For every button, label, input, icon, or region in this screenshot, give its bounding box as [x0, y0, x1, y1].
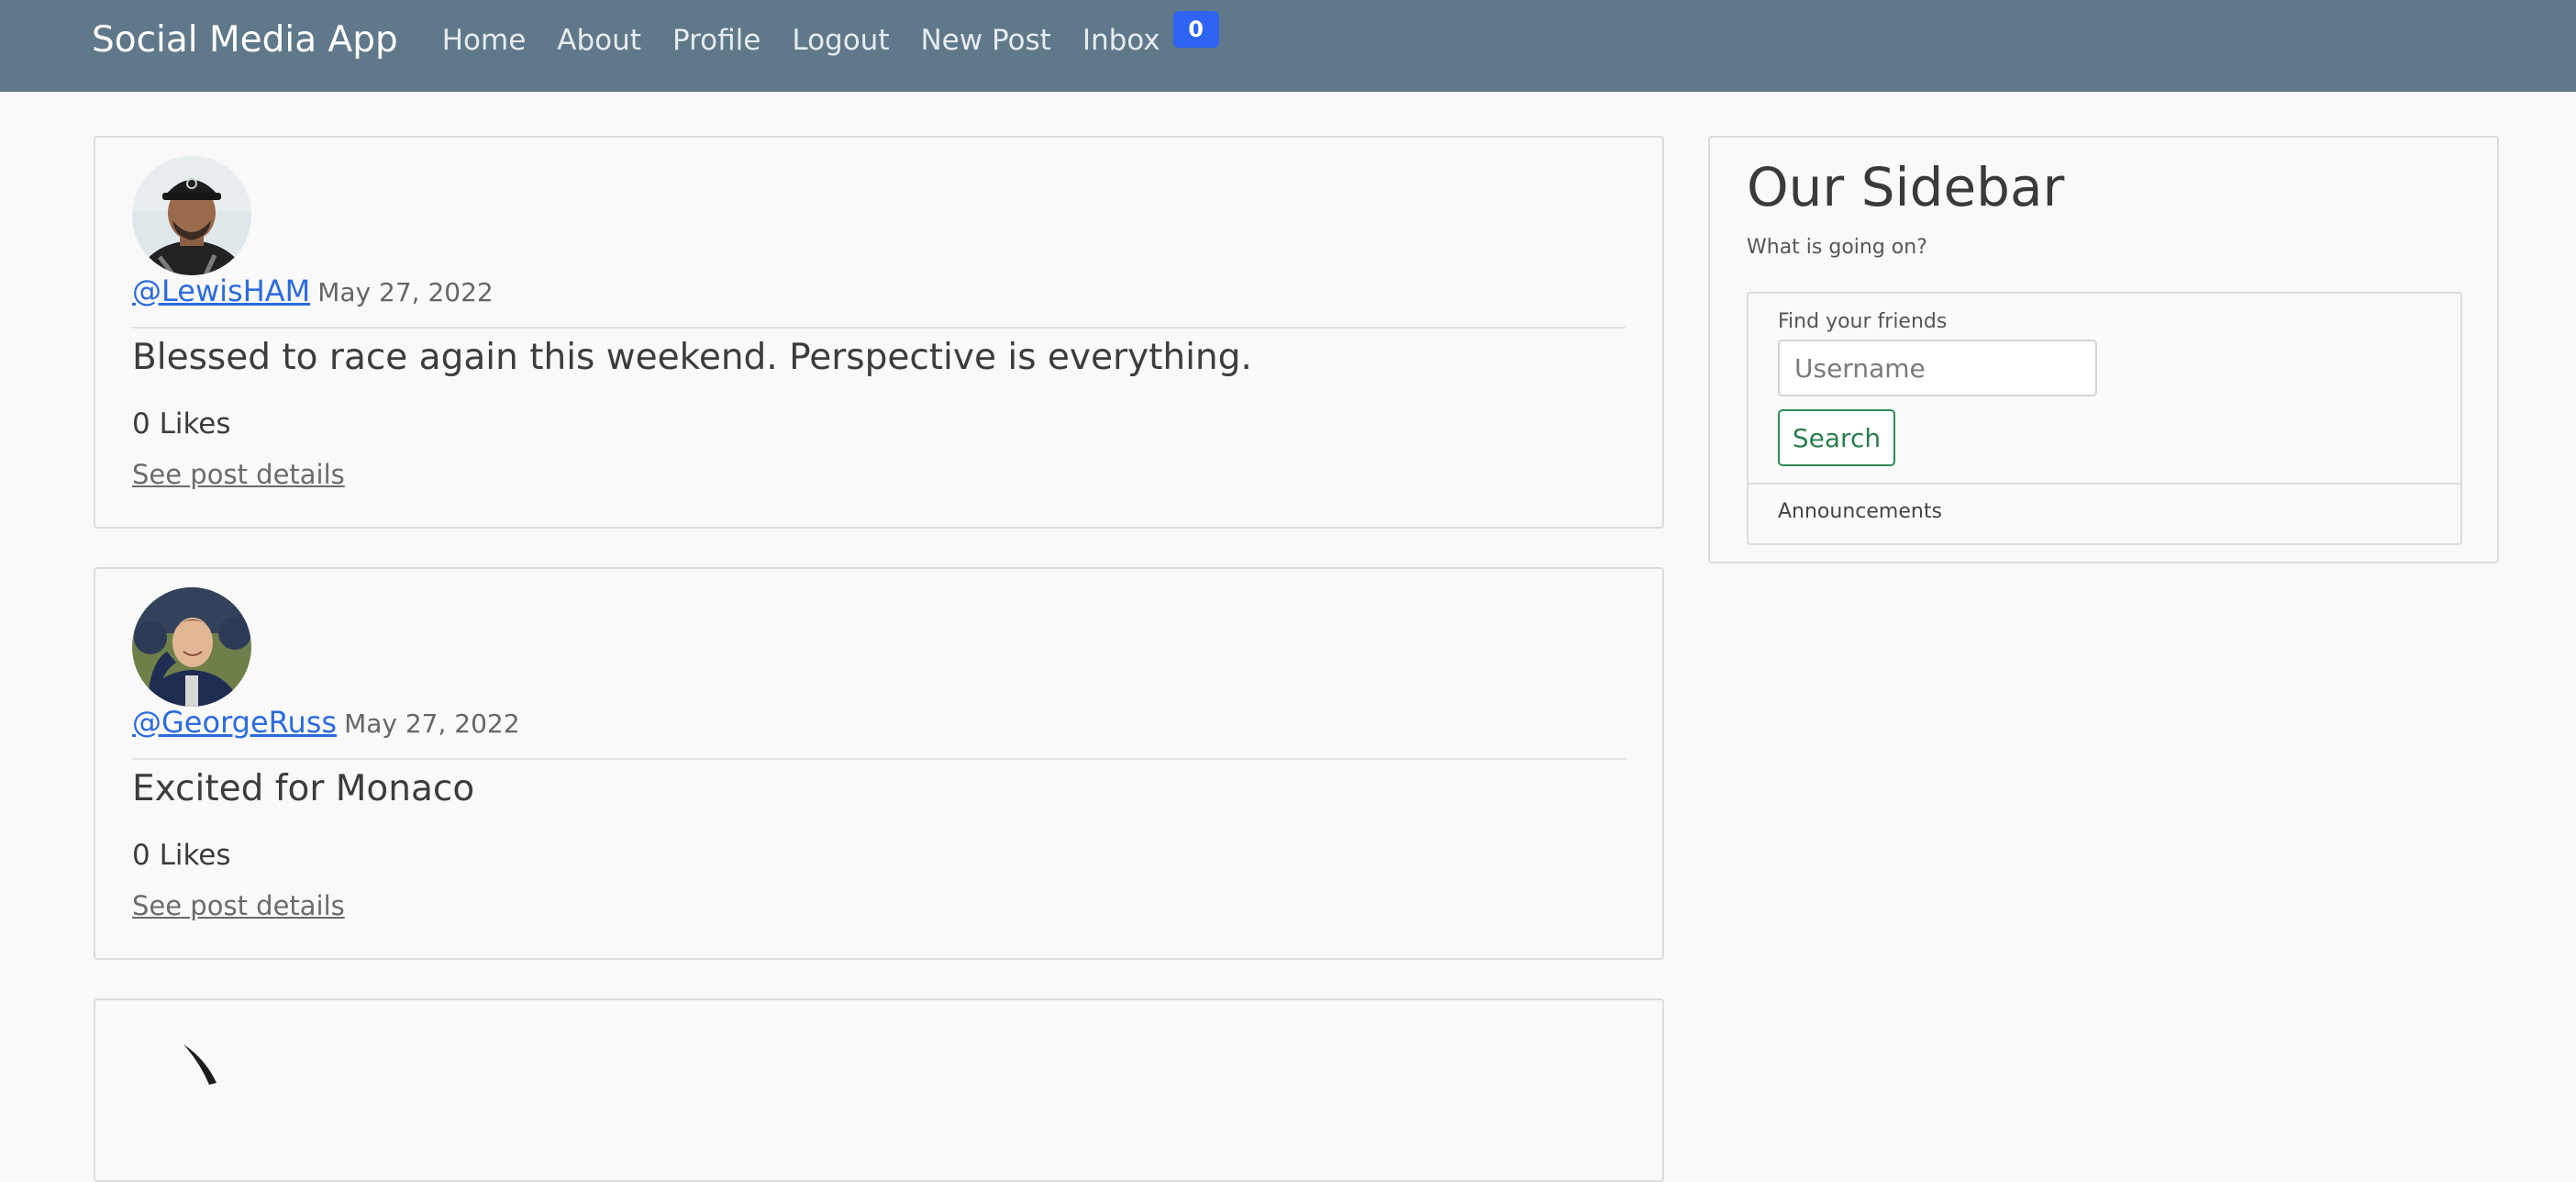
- announcements-item[interactable]: Announcements: [1778, 497, 1942, 527]
- post-content: Excited for Monaco: [132, 768, 475, 809]
- avatar[interactable]: [132, 156, 251, 275]
- post-divider: [132, 758, 1626, 760]
- nav-home[interactable]: Home: [442, 18, 527, 62]
- sidebar: Our Sidebar What is going on? Find your …: [1708, 136, 2499, 563]
- nav-profile[interactable]: Profile: [672, 18, 761, 62]
- author-handle-link[interactable]: @LewisHAM: [132, 273, 310, 308]
- likes-count: 0 Likes: [132, 839, 231, 872]
- see-post-details-link[interactable]: See post details: [132, 455, 345, 494]
- avatar-photo-icon: [132, 587, 251, 707]
- sidebar-list-group: Find your friends Search Announcements: [1747, 292, 2462, 545]
- post-meta: @GeorgeRuss May 27, 2022: [132, 705, 520, 745]
- avatar-photo-icon: [132, 156, 251, 275]
- post-card: [94, 998, 1664, 1182]
- top-navbar: Social Media App Home About Profile Logo…: [0, 0, 2576, 92]
- find-friends-label: Find your friends: [1778, 310, 1948, 333]
- avatar[interactable]: [132, 1019, 251, 1138]
- username-search-input[interactable]: [1778, 340, 2097, 396]
- list-divider: [1749, 483, 2460, 485]
- nav-about[interactable]: About: [557, 18, 641, 62]
- inbox-count-badge: 0: [1172, 11, 1219, 48]
- post-date: May 27, 2022: [317, 277, 494, 307]
- search-button[interactable]: Search: [1778, 409, 1895, 466]
- post-card: @GeorgeRuss May 27, 2022 Excited for Mon…: [94, 567, 1664, 960]
- nav-inbox[interactable]: Inbox: [1083, 18, 1160, 62]
- post-content: Blessed to race again this weekend. Pers…: [132, 337, 1252, 378]
- avatar-photo-icon: [183, 1044, 217, 1085]
- post-date: May 27, 2022: [344, 708, 520, 739]
- avatar[interactable]: [132, 587, 251, 707]
- brand-link[interactable]: Social Media App: [92, 18, 398, 62]
- nav-logout[interactable]: Logout: [792, 18, 889, 62]
- see-post-details-link[interactable]: See post details: [132, 886, 345, 925]
- author-handle-link[interactable]: @GeorgeRuss: [132, 705, 337, 740]
- post-card: @LewisHAM May 27, 2022 Blessed to race a…: [94, 136, 1664, 529]
- post-divider: [132, 327, 1626, 329]
- sidebar-subtitle: What is going on?: [1747, 236, 1927, 259]
- sidebar-title: Our Sidebar: [1747, 156, 2065, 218]
- post-meta: @LewisHAM May 27, 2022: [132, 273, 494, 314]
- nav-new-post[interactable]: New Post: [920, 18, 1050, 62]
- likes-count: 0 Likes: [132, 407, 231, 440]
